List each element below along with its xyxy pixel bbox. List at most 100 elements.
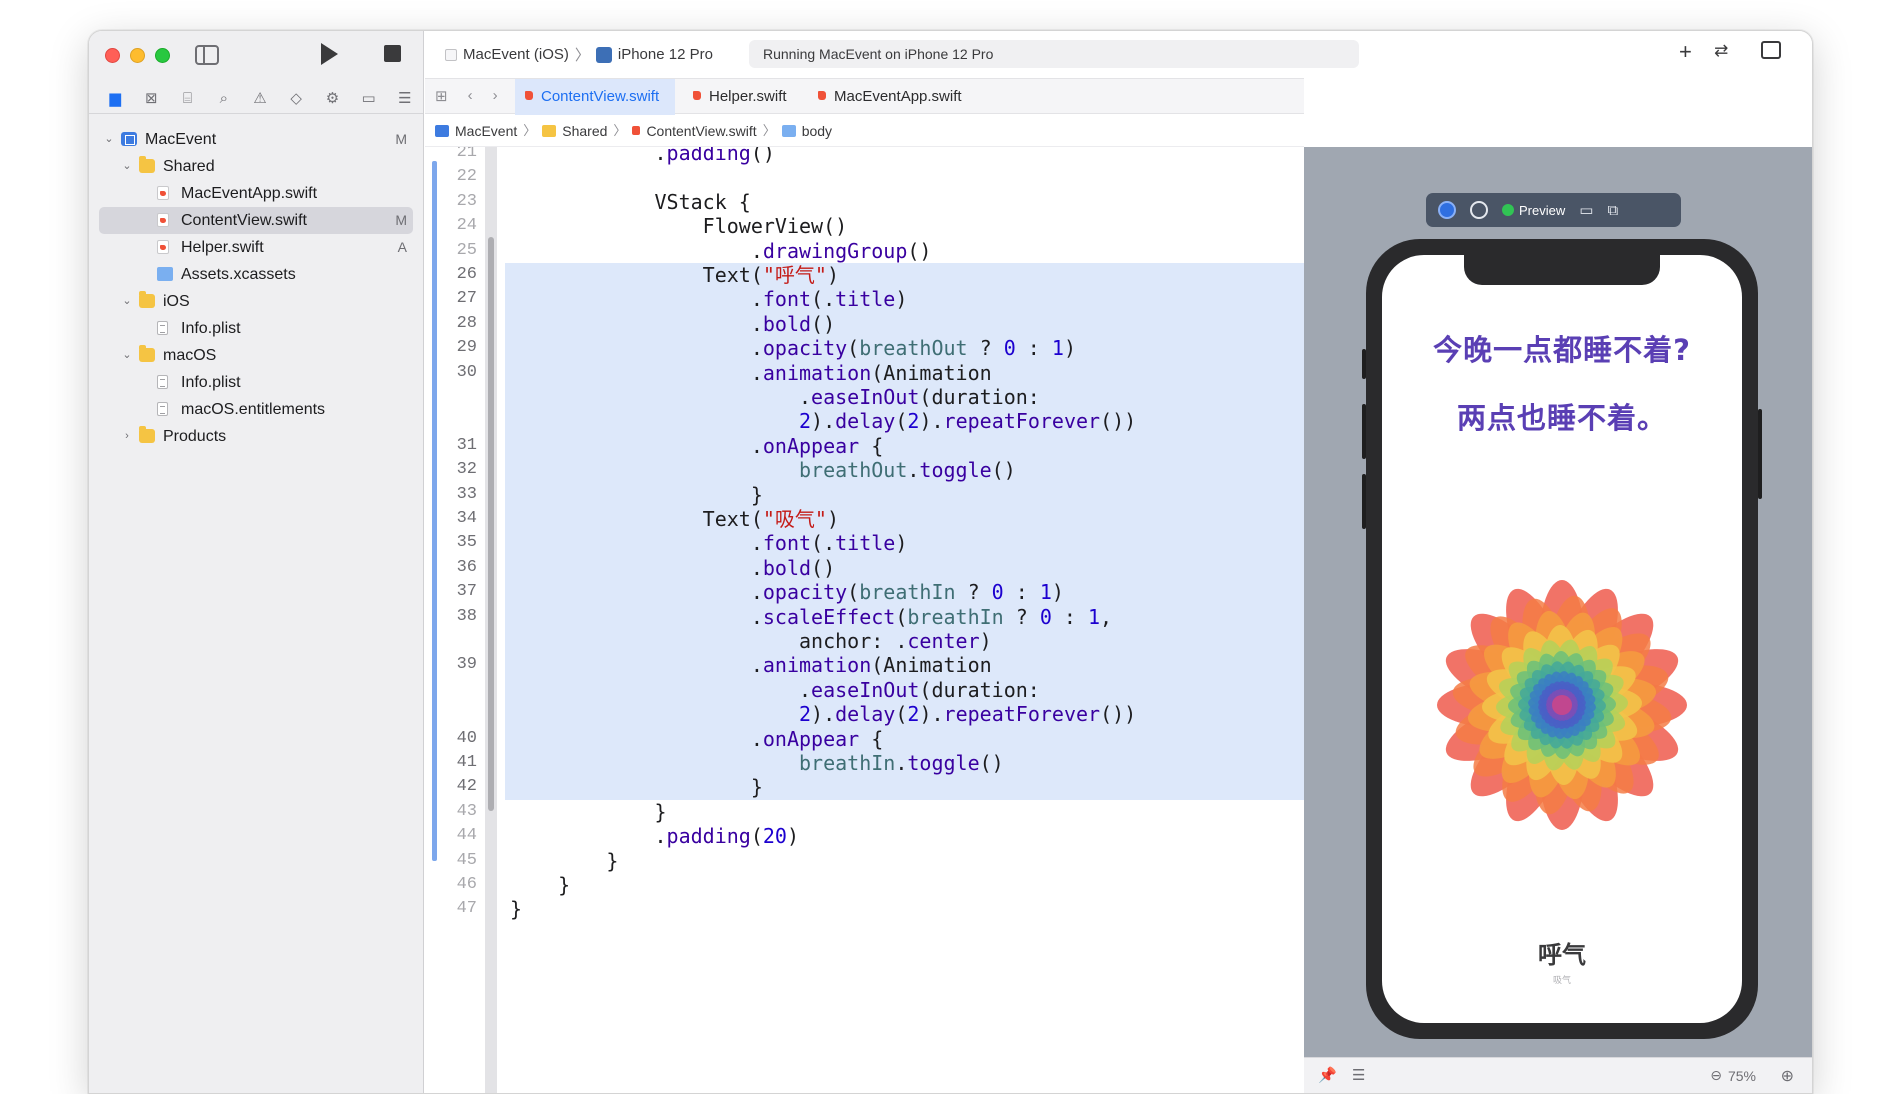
tree-item[interactable]: ⌄ Shared xyxy=(89,153,423,180)
tree-item[interactable]: ⌄ MacEvent M xyxy=(89,126,423,153)
line-number[interactable]: 23 xyxy=(443,190,477,214)
tree-item[interactable]: Assets.xcassets xyxy=(89,261,423,288)
line-number[interactable]: 37 xyxy=(443,580,477,604)
line-number[interactable]: 38 xyxy=(443,605,477,629)
pin-icon[interactable]: 📌 xyxy=(1318,1066,1337,1084)
line-number[interactable]: 40 xyxy=(443,727,477,751)
line-number[interactable]: 26 xyxy=(443,263,477,287)
line-number[interactable]: 21 xyxy=(443,147,477,165)
code-line[interactable]: 2).delay(2).repeatForever()) xyxy=(425,702,1304,726)
stop-button[interactable] xyxy=(384,45,401,62)
tab-maceventapp[interactable]: MacEventApp.swift xyxy=(808,79,968,115)
code-line[interactable]: 2).delay(2).repeatForever()) xyxy=(425,409,1304,433)
tree-item[interactable]: Helper.swift A xyxy=(89,234,423,261)
line-number[interactable]: 44 xyxy=(443,824,477,848)
forward-icon[interactable]: › xyxy=(493,87,498,105)
line-number[interactable]: 35 xyxy=(443,531,477,555)
code-line[interactable]: 40 .onAppear { xyxy=(425,727,1304,751)
debug-icon[interactable]: ⚙ xyxy=(314,86,350,110)
code-line[interactable]: 33 } xyxy=(425,483,1304,507)
code-line[interactable]: 21 .padding() xyxy=(425,147,1304,165)
code-line[interactable]: 36 .bold() xyxy=(425,556,1304,580)
line-number[interactable]: 22 xyxy=(443,165,477,189)
code-line[interactable]: 23 VStack { xyxy=(425,190,1304,214)
preview-options-icon[interactable]: ☰ xyxy=(1352,1066,1365,1084)
line-number[interactable]: 43 xyxy=(443,800,477,824)
code-line[interactable]: 35 .font(.title) xyxy=(425,531,1304,555)
line-number[interactable]: 42 xyxy=(443,775,477,799)
source-control-icon[interactable]: ⊠ xyxy=(133,86,169,110)
device-settings-icon[interactable]: ▭ xyxy=(1579,201,1593,219)
minimize-window-button[interactable] xyxy=(130,48,145,63)
breadcrumb-item[interactable]: MacEvent xyxy=(455,115,517,147)
swap-layout-icon[interactable]: ⇄ xyxy=(1714,41,1728,61)
line-number[interactable]: 28 xyxy=(443,312,477,336)
line-number[interactable]: 27 xyxy=(443,287,477,311)
run-button[interactable] xyxy=(321,43,338,65)
code-line[interactable]: 30 .animation(Animation xyxy=(425,361,1304,385)
line-number[interactable]: 25 xyxy=(443,239,477,263)
line-number[interactable]: 24 xyxy=(443,214,477,238)
code-line[interactable]: 27 .font(.title) xyxy=(425,287,1304,311)
chevron-down-icon[interactable]: ⌄ xyxy=(103,126,115,153)
test-icon[interactable]: ◇ xyxy=(278,86,314,110)
zoom-window-button[interactable] xyxy=(155,48,170,63)
tree-item[interactable]: macOS.entitlements xyxy=(89,396,423,423)
tab-contentview[interactable]: ContentView.swift xyxy=(515,79,675,115)
sidebar-toggle-icon[interactable] xyxy=(195,45,219,65)
breadcrumb-item[interactable]: body xyxy=(802,115,832,147)
tree-item[interactable]: › Products xyxy=(89,423,423,450)
symbol-icon[interactable]: ⌸ xyxy=(169,86,205,110)
code-line[interactable]: 22 xyxy=(425,165,1304,189)
tree-item[interactable]: Info.plist xyxy=(89,315,423,342)
inspector-toggle-icon[interactable] xyxy=(1761,41,1781,59)
line-number[interactable]: 31 xyxy=(443,434,477,458)
line-number[interactable]: 29 xyxy=(443,336,477,360)
zoom-in-icon[interactable]: ⊕ xyxy=(1781,1066,1794,1086)
line-number[interactable]: 47 xyxy=(443,897,477,921)
line-number[interactable]: 39 xyxy=(443,653,477,677)
zoom-out-icon[interactable]: ⊖ xyxy=(1710,1067,1722,1084)
line-number[interactable]: 41 xyxy=(443,751,477,775)
report-icon[interactable]: ☰ xyxy=(387,86,423,110)
code-line[interactable]: .easeInOut(duration: xyxy=(425,678,1304,702)
code-line[interactable]: 29 .opacity(breathOut ? 0 : 1) xyxy=(425,336,1304,360)
folder-icon[interactable]: ▆ xyxy=(97,86,133,110)
live-preview-icon[interactable] xyxy=(1438,201,1456,219)
tree-item[interactable]: ⌄ macOS xyxy=(89,342,423,369)
code-line[interactable]: 37 .opacity(breathIn ? 0 : 1) xyxy=(425,580,1304,604)
line-number[interactable]: 45 xyxy=(443,849,477,873)
breadcrumb-item[interactable]: Shared xyxy=(562,115,607,147)
code-line[interactable]: 28 .bold() xyxy=(425,312,1304,336)
line-number[interactable]: 36 xyxy=(443,556,477,580)
tree-item[interactable]: Info.plist xyxy=(89,369,423,396)
close-window-button[interactable] xyxy=(105,48,120,63)
chevron-down-icon[interactable]: ⌄ xyxy=(121,288,133,315)
code-line[interactable]: 25 .drawingGroup() xyxy=(425,239,1304,263)
code-line[interactable]: 39 .animation(Animation xyxy=(425,653,1304,677)
line-number[interactable]: 30 xyxy=(443,361,477,385)
chevron-right-icon[interactable]: › xyxy=(121,423,133,450)
code-line[interactable]: 32 breathOut.toggle() xyxy=(425,458,1304,482)
code-line[interactable]: 46 } xyxy=(425,873,1304,897)
add-button[interactable]: + xyxy=(1679,39,1692,65)
scheme-selector[interactable]: MacEvent (iOS) 〉 iPhone 12 Pro xyxy=(445,44,713,65)
line-number[interactable]: 32 xyxy=(443,458,477,482)
code-line[interactable]: 43 } xyxy=(425,800,1304,824)
code-line[interactable]: 47} xyxy=(425,897,1304,921)
grid-icon[interactable]: ⊞ xyxy=(435,87,448,105)
selectable-mode-icon[interactable] xyxy=(1470,201,1488,219)
code-line[interactable]: 31 .onAppear { xyxy=(425,434,1304,458)
line-number[interactable]: 46 xyxy=(443,873,477,897)
code-line[interactable]: 44 .padding(20) xyxy=(425,824,1304,848)
back-icon[interactable]: ‹ xyxy=(468,87,473,105)
tree-item[interactable]: ⌄ iOS xyxy=(89,288,423,315)
line-number[interactable]: 34 xyxy=(443,507,477,531)
code-line[interactable]: 42 } xyxy=(425,775,1304,799)
tree-item[interactable]: ContentView.swift M xyxy=(99,207,413,234)
chevron-down-icon[interactable]: ⌄ xyxy=(121,342,133,369)
code-line[interactable]: 24 FlowerView() xyxy=(425,214,1304,238)
code-line[interactable]: anchor: .center) xyxy=(425,629,1304,653)
tree-item[interactable]: MacEventApp.swift xyxy=(89,180,423,207)
code-line[interactable]: 41 breathIn.toggle() xyxy=(425,751,1304,775)
